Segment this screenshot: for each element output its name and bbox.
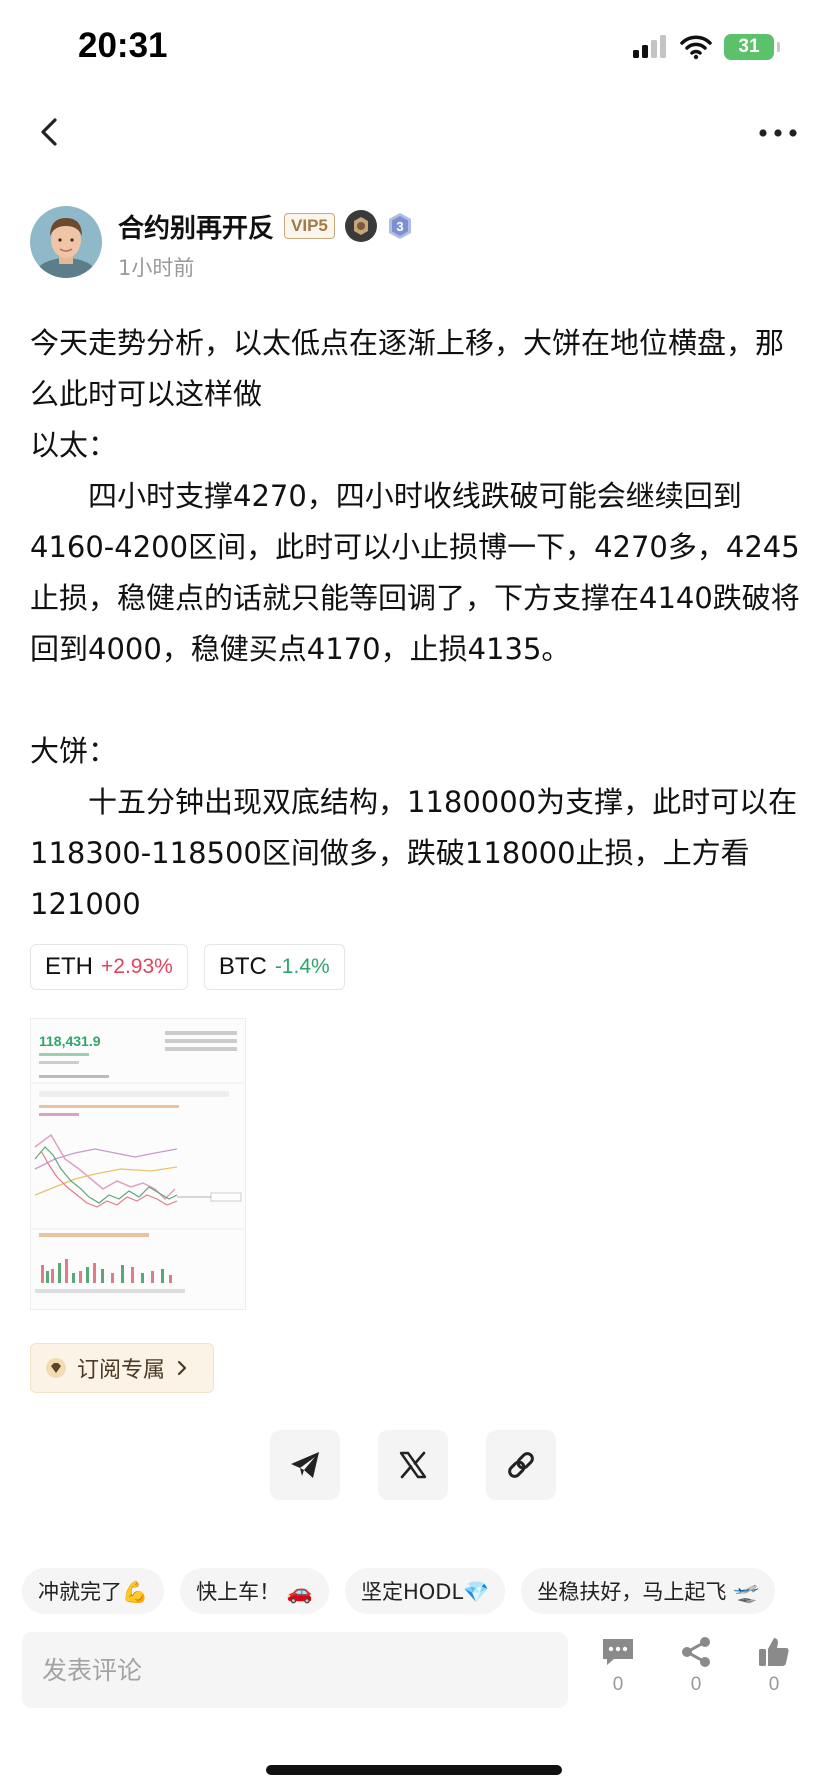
ticker-change: +2.93% — [101, 955, 173, 978]
avatar[interactable] — [30, 206, 102, 278]
ticker-change: -1.4% — [274, 955, 330, 978]
medal-badge-icon — [344, 210, 377, 242]
ticker-symbol: BTC — [218, 953, 267, 980]
battery-indicator: 31 — [724, 34, 780, 60]
vip-badge: VIP5 — [284, 213, 335, 239]
home-indicator — [266, 1765, 562, 1775]
diamond-icon — [46, 1358, 66, 1378]
share-x-button[interactable] — [378, 1430, 448, 1500]
comment-button[interactable]: 0 — [598, 1636, 638, 1696]
subscribe-exclusive-button[interactable]: 订阅专属 — [30, 1343, 214, 1393]
thumbs-up-icon — [759, 1638, 789, 1666]
ticker-symbol: ETH — [45, 953, 93, 980]
author-info: 合约别再开反 VIP5 3 1小时前 — [118, 206, 415, 282]
btc-heading: 大饼： — [30, 734, 118, 768]
ticker-btc[interactable]: BTC -1.4% — [203, 944, 345, 990]
like-count: 0 — [768, 1674, 780, 1695]
quick-reply-chip[interactable]: 坐稳扶好，马上起飞 🛫 — [521, 1568, 776, 1614]
wifi-icon — [680, 35, 712, 60]
quick-reply-chip[interactable]: 坚定HODL💎 — [344, 1568, 506, 1614]
post-intro: 今天走势分析，以太低点在逐渐上移，大饼在地位横盘，那么此时可以这样做 — [30, 326, 785, 411]
status-time: 20:31 — [78, 26, 168, 65]
eth-heading: 以太： — [30, 428, 118, 462]
chart-screenshot-image[interactable]: 118,431.9 — [30, 1018, 246, 1310]
comment-count: 0 — [612, 1674, 624, 1695]
ticker-eth[interactable]: ETH +2.93% — [30, 944, 188, 990]
share-telegram-button[interactable] — [270, 1430, 340, 1500]
cellular-signal-icon — [633, 35, 666, 58]
copy-link-button[interactable] — [486, 1430, 556, 1500]
level-badge-number: 3 — [396, 219, 403, 234]
quick-replies: 冲就完了💪 快上车！ 🚗 坚定HODL💎 坐稳扶好，马上起飞 🛫 — [22, 1568, 776, 1614]
chart-thumbnail-graphic — [31, 1031, 245, 1293]
subscribe-label: 订阅专属 — [77, 1358, 166, 1383]
post-time: 1小时前 — [118, 256, 195, 280]
btc-analysis: 十五分钟出现双底结构，1180000为支撑，此时可以在118300-118500… — [30, 785, 798, 921]
share-button[interactable]: 0 — [676, 1636, 716, 1696]
status-icons: 31 — [632, 32, 780, 62]
share-icon — [682, 1637, 710, 1667]
share-row — [270, 1430, 556, 1500]
status-bar: 20:31 31 — [0, 0, 828, 100]
author-name-row: 合约别再开反 VIP5 3 — [118, 206, 415, 246]
post-actions: 0 0 0 — [598, 1636, 794, 1696]
post-body: 今天走势分析，以太低点在逐渐上移，大饼在地位横盘，那么此时可以这样做 以太： 四… — [30, 318, 800, 930]
level-badge: 3 — [388, 213, 411, 239]
quick-reply-chip[interactable]: 冲就完了💪 — [22, 1568, 165, 1614]
like-button[interactable]: 0 — [754, 1636, 794, 1696]
back-button[interactable] — [30, 112, 70, 152]
link-icon — [508, 1452, 534, 1478]
comment-input[interactable] — [22, 1632, 568, 1708]
eth-analysis: 四小时支撑4270，四小时收线跌破可能会继续回到4160-4200区间，此时可以… — [30, 479, 800, 666]
telegram-icon — [291, 1452, 319, 1478]
comment-icon — [603, 1639, 633, 1665]
x-logo-icon — [399, 1451, 427, 1479]
ticker-tags: ETH +2.93% BTC -1.4% — [30, 944, 345, 990]
author-header: 合约别再开反 VIP5 3 1小时前 — [30, 206, 415, 282]
author-name[interactable]: 合约别再开反 — [118, 208, 274, 245]
share-count: 0 — [690, 1674, 702, 1695]
more-options-button[interactable] — [756, 118, 800, 148]
chevron-right-icon — [177, 1360, 187, 1376]
quick-reply-chip[interactable]: 快上车！ 🚗 — [180, 1568, 329, 1614]
